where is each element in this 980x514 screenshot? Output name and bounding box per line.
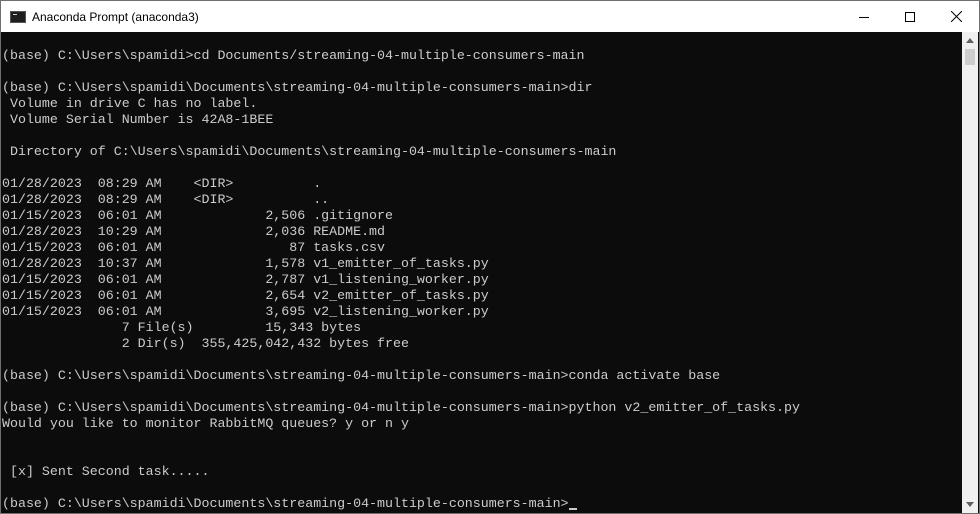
console-line: 01/15/2023 06:01 AM 2,506 .gitignore — [2, 208, 393, 223]
console-line: 01/28/2023 10:29 AM 2,036 README.md — [2, 224, 386, 239]
console-line: Directory of C:\Users\spamidi\Documents\… — [2, 144, 617, 159]
console-line: 01/28/2023 10:37 AM 1,578 v1_emitter_of_… — [2, 256, 489, 271]
console-line: [x] Sent Second task..... — [2, 464, 210, 479]
console-line: Volume in drive C has no label. — [2, 96, 258, 111]
close-button[interactable] — [933, 1, 979, 32]
console-line: 01/15/2023 06:01 AM 2,654 v2_emitter_of_… — [2, 288, 489, 303]
console-line: (base) C:\Users\spamidi\Documents\stream… — [2, 80, 593, 95]
console-line: Would you like to monitor RabbitMQ queue… — [2, 416, 409, 431]
scrollbar-thumb[interactable] — [965, 49, 975, 65]
console-line: 01/28/2023 08:29 AM <DIR> .. — [2, 192, 330, 207]
close-icon — [950, 11, 962, 22]
console-line: 01/15/2023 06:01 AM 2,787 v1_listening_w… — [2, 272, 489, 287]
console-line: (base) C:\Users\spamidi\Documents\stream… — [2, 400, 800, 415]
scroll-down-button[interactable] — [962, 496, 978, 513]
console-line: (base) C:\Users\spamidi>cd Documents/str… — [2, 48, 585, 63]
minimize-button[interactable] — [841, 1, 887, 32]
console-line: 2 Dir(s) 355,425,042,432 bytes free — [2, 336, 409, 351]
console-line: Volume Serial Number is 42A8-1BEE — [2, 112, 274, 127]
minimize-icon — [859, 16, 869, 18]
maximize-icon — [905, 11, 915, 22]
console-output[interactable]: (base) C:\Users\spamidi>cd Documents/str… — [1, 32, 963, 513]
title-bar[interactable]: Anaconda Prompt (anaconda3) — [1, 1, 979, 32]
console-text: (base) C:\Users\spamidi>cd Documents/str… — [1, 32, 963, 512]
console-line: 01/28/2023 08:29 AM <DIR> . — [2, 176, 322, 191]
console-line: (base) C:\Users\spamidi\Documents\stream… — [2, 496, 963, 512]
scroll-up-button[interactable] — [962, 32, 978, 49]
console-line: 7 File(s) 15,343 bytes — [2, 320, 362, 335]
window-title: Anaconda Prompt (anaconda3) — [32, 9, 199, 24]
console-line: 01/15/2023 06:01 AM 3,695 v2_listening_w… — [2, 304, 489, 319]
text-cursor — [568, 508, 577, 510]
arrow-down-icon — [966, 502, 974, 507]
vertical-scrollbar[interactable] — [962, 32, 978, 513]
anaconda-prompt-window: Anaconda Prompt (anaconda3) (base) C:\Us… — [0, 0, 980, 514]
maximize-button[interactable] — [887, 1, 933, 32]
console-line: 01/15/2023 06:01 AM 87 tasks.csv — [2, 240, 386, 255]
console-app-icon[interactable] — [10, 10, 26, 23]
console-line: (base) C:\Users\spamidi\Documents\stream… — [2, 368, 721, 383]
arrow-up-icon — [966, 38, 974, 43]
